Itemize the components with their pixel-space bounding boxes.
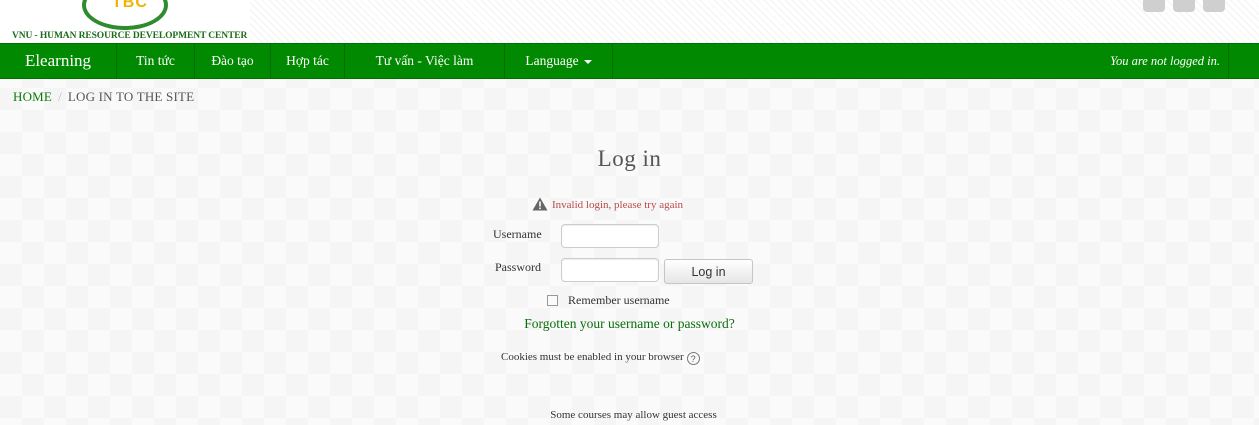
login-error-text: Invalid login, please try again [552, 199, 684, 211]
forgot-password-link[interactable]: Forgotten your username or password? [0, 316, 1259, 332]
nav-language-dropdown[interactable]: Language [505, 44, 613, 78]
main-navbar: Elearning Tin tức Đào tạo Hợp tác Tư vấn… [0, 43, 1259, 79]
cookies-notice-text: Cookies must be enabled in your browser [501, 351, 684, 363]
warning-icon [532, 197, 548, 214]
nav-item-tin-tuc[interactable]: Tin tức [117, 44, 195, 78]
remember-username-checkbox[interactable] [547, 295, 558, 306]
guest-access-notice: Some courses may allow guest access [550, 409, 717, 421]
remember-username-label: Remember username [568, 293, 670, 307]
language-label: Language [525, 53, 579, 68]
page-title: Log in [597, 146, 662, 171]
caret-down-icon [583, 59, 592, 64]
header-corner-button-1[interactable] [1143, 0, 1165, 12]
breadcrumb-home-link[interactable]: HOME [13, 89, 52, 104]
username-label: Username [493, 227, 542, 241]
top-header: TBC VNU - HUMAN RESOURCE DEVELOPMENT CEN… [0, 0, 1259, 44]
breadcrumb: HOME / LOG IN TO THE SITE [13, 89, 194, 105]
login-error-message: Invalid login, please try again [532, 197, 683, 214]
nav-brand-elearning[interactable]: Elearning [0, 44, 117, 78]
site-subtitle: VNU - HUMAN RESOURCE DEVELOPMENT CENTER [12, 31, 248, 41]
header-corner-button-3[interactable] [1203, 0, 1225, 12]
cookies-notice: Cookies must be enabled in your browser? [501, 351, 700, 365]
breadcrumb-separator: / [58, 89, 62, 104]
breadcrumb-current: LOG IN TO THE SITE [67, 89, 195, 104]
login-button[interactable]: Log in [664, 259, 753, 284]
username-input[interactable] [561, 224, 659, 248]
header-corner-button-2[interactable] [1173, 0, 1195, 12]
nav-item-hop-tac[interactable]: Hợp tác [271, 44, 345, 78]
help-icon[interactable]: ? [686, 352, 700, 365]
password-input[interactable] [561, 258, 659, 282]
password-label: Password [495, 260, 542, 274]
login-status: You are not logged in. [1083, 44, 1229, 78]
nav-item-dao-tao[interactable]: Đào tạo [195, 44, 271, 78]
remember-username-row: Remember username [547, 293, 670, 308]
logo-text: TBC [112, 0, 148, 11]
nav-item-tu-van-viec-lam[interactable]: Tư vấn - Việc làm [345, 44, 505, 78]
